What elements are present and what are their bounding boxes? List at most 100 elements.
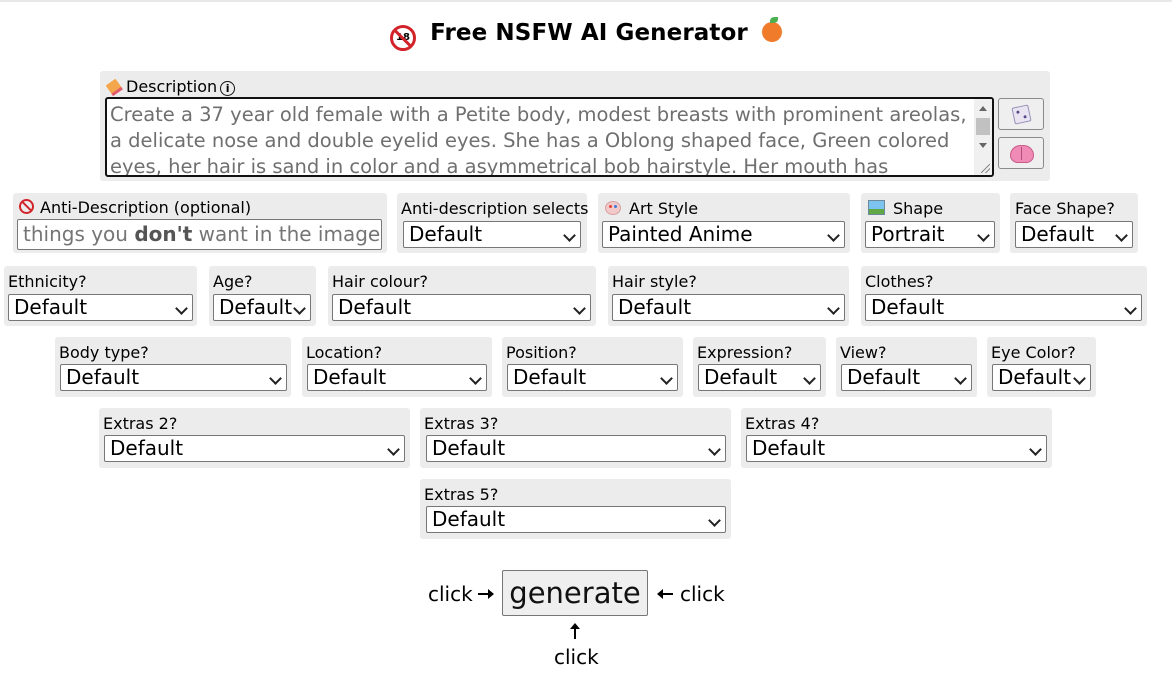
description-text[interactable]: Create a 37 year old female with a Petit… bbox=[110, 102, 972, 175]
art-style-label-text: Art Style bbox=[629, 199, 699, 218]
extras3-select[interactable]: Default bbox=[426, 435, 726, 462]
location-select[interactable]: Default bbox=[307, 364, 487, 391]
click-hint-right: click bbox=[680, 582, 725, 606]
art-style-value: Painted Anime bbox=[608, 222, 753, 246]
eye-color-select[interactable]: Default bbox=[992, 364, 1091, 391]
age-panel: Age? Default bbox=[209, 266, 316, 326]
info-icon[interactable]: i bbox=[220, 81, 236, 96]
extras4-label: Extras 4? bbox=[745, 414, 820, 433]
chevron-down-icon bbox=[269, 372, 282, 385]
generate-section: click generate click click bbox=[0, 570, 1172, 670]
age-select[interactable]: Default bbox=[213, 294, 311, 321]
body-type-value: Default bbox=[66, 365, 140, 389]
shape-select[interactable]: Portrait bbox=[865, 221, 995, 248]
ethnicity-panel: Ethnicity? Default bbox=[4, 266, 197, 326]
eye-color-label: Eye Color? bbox=[991, 343, 1076, 362]
expression-select[interactable]: Default bbox=[698, 364, 821, 391]
chevron-down-icon bbox=[803, 372, 816, 385]
description-textarea[interactable]: Create a 37 year old female with a Petit… bbox=[105, 97, 994, 177]
scroll-down-icon[interactable] bbox=[979, 143, 987, 148]
chevron-down-icon bbox=[1073, 372, 1086, 385]
anti-description-panel: Anti-Description (optional) things you d… bbox=[13, 193, 387, 253]
chevron-down-icon bbox=[827, 302, 840, 315]
anti-selects-value: Default bbox=[409, 222, 483, 246]
page-title-text: Free NSFW AI Generator bbox=[430, 20, 748, 46]
position-label: Position? bbox=[506, 343, 577, 362]
resize-grip-icon[interactable] bbox=[981, 164, 990, 173]
chevron-down-icon bbox=[469, 372, 482, 385]
arrow-up-icon bbox=[570, 623, 580, 639]
age-value: Default bbox=[219, 295, 293, 319]
clothes-select[interactable]: Default bbox=[865, 294, 1142, 321]
art-style-panel: Art Style Painted Anime bbox=[598, 193, 850, 253]
ethnicity-value: Default bbox=[14, 295, 88, 319]
face-shape-panel: Face Shape? Default bbox=[1010, 193, 1138, 253]
description-label: Description i bbox=[105, 77, 236, 97]
hair-colour-panel: Hair colour? Default bbox=[328, 266, 596, 326]
body-type-panel: Body type? Default bbox=[55, 337, 291, 397]
anti-selects-select[interactable]: Default bbox=[403, 221, 581, 248]
chevron-down-icon bbox=[1124, 302, 1137, 315]
dice-icon bbox=[1011, 104, 1032, 125]
ai-description-button[interactable] bbox=[998, 137, 1044, 169]
arrow-right-icon bbox=[478, 589, 494, 599]
expression-panel: Expression? Default bbox=[693, 337, 826, 397]
scroll-thumb[interactable] bbox=[976, 118, 990, 135]
view-label: View? bbox=[840, 343, 887, 362]
page-title: 18 Free NSFW AI Generator bbox=[0, 17, 1172, 51]
random-description-button[interactable] bbox=[998, 98, 1044, 130]
chevron-down-icon bbox=[708, 514, 721, 527]
click-hint-bottom: click bbox=[554, 645, 599, 669]
hair-colour-select[interactable]: Default bbox=[332, 294, 591, 321]
ethnicity-select[interactable]: Default bbox=[8, 294, 193, 321]
face-shape-select[interactable]: Default bbox=[1015, 221, 1133, 248]
extras4-value: Default bbox=[752, 436, 826, 460]
click-hint-left: click bbox=[428, 582, 473, 606]
anti-description-label-text: Anti-Description (optional) bbox=[40, 198, 252, 217]
extras5-label: Extras 5? bbox=[424, 485, 499, 504]
picture-icon bbox=[868, 200, 885, 215]
hair-colour-value: Default bbox=[338, 295, 412, 319]
hair-style-select[interactable]: Default bbox=[612, 294, 845, 321]
chevron-down-icon bbox=[1115, 229, 1128, 242]
clothes-label: Clothes? bbox=[865, 272, 934, 291]
expression-label: Expression? bbox=[697, 343, 793, 362]
top-border bbox=[0, 0, 1172, 2]
body-type-label: Body type? bbox=[59, 343, 149, 362]
anti-description-input[interactable]: things you don't want in the image bbox=[17, 219, 382, 250]
location-value: Default bbox=[313, 365, 387, 389]
palette-icon bbox=[605, 201, 621, 215]
chevron-down-icon bbox=[1029, 443, 1042, 456]
scroll-up-icon[interactable] bbox=[979, 106, 987, 111]
prohibited-icon bbox=[19, 199, 34, 214]
art-style-label: Art Style bbox=[605, 199, 698, 219]
view-select[interactable]: Default bbox=[841, 364, 972, 391]
extras3-label: Extras 3? bbox=[424, 414, 499, 433]
art-style-select[interactable]: Painted Anime bbox=[602, 221, 845, 248]
description-label-text: Description bbox=[126, 77, 218, 96]
extras2-select[interactable]: Default bbox=[104, 435, 405, 462]
extras5-value: Default bbox=[432, 507, 506, 531]
chevron-down-icon bbox=[563, 229, 576, 242]
chevron-down-icon bbox=[708, 443, 721, 456]
age-label: Age? bbox=[213, 272, 253, 291]
position-panel: Position? Default bbox=[502, 337, 683, 397]
hair-style-value: Default bbox=[618, 295, 692, 319]
position-select[interactable]: Default bbox=[507, 364, 678, 391]
chevron-down-icon bbox=[954, 372, 967, 385]
eye-color-panel: Eye Color? Default bbox=[987, 337, 1096, 397]
extras4-panel: Extras 4? Default bbox=[741, 408, 1052, 468]
anti-selects-label: Anti-description selects bbox=[401, 199, 589, 218]
body-type-select[interactable]: Default bbox=[60, 364, 287, 391]
extras4-select[interactable]: Default bbox=[746, 435, 1047, 462]
placeholder-part-2: want in the image bbox=[192, 222, 381, 246]
shape-label: Shape bbox=[868, 199, 943, 219]
chevron-down-icon bbox=[573, 302, 586, 315]
view-panel: View? Default bbox=[836, 337, 977, 397]
extras5-select[interactable]: Default bbox=[426, 506, 726, 533]
location-panel: Location? Default bbox=[302, 337, 492, 397]
shape-panel: Shape Portrait bbox=[861, 193, 1000, 253]
extras5-panel: Extras 5? Default bbox=[420, 479, 731, 539]
chevron-down-icon bbox=[387, 443, 400, 456]
generate-button[interactable]: generate bbox=[502, 570, 648, 616]
